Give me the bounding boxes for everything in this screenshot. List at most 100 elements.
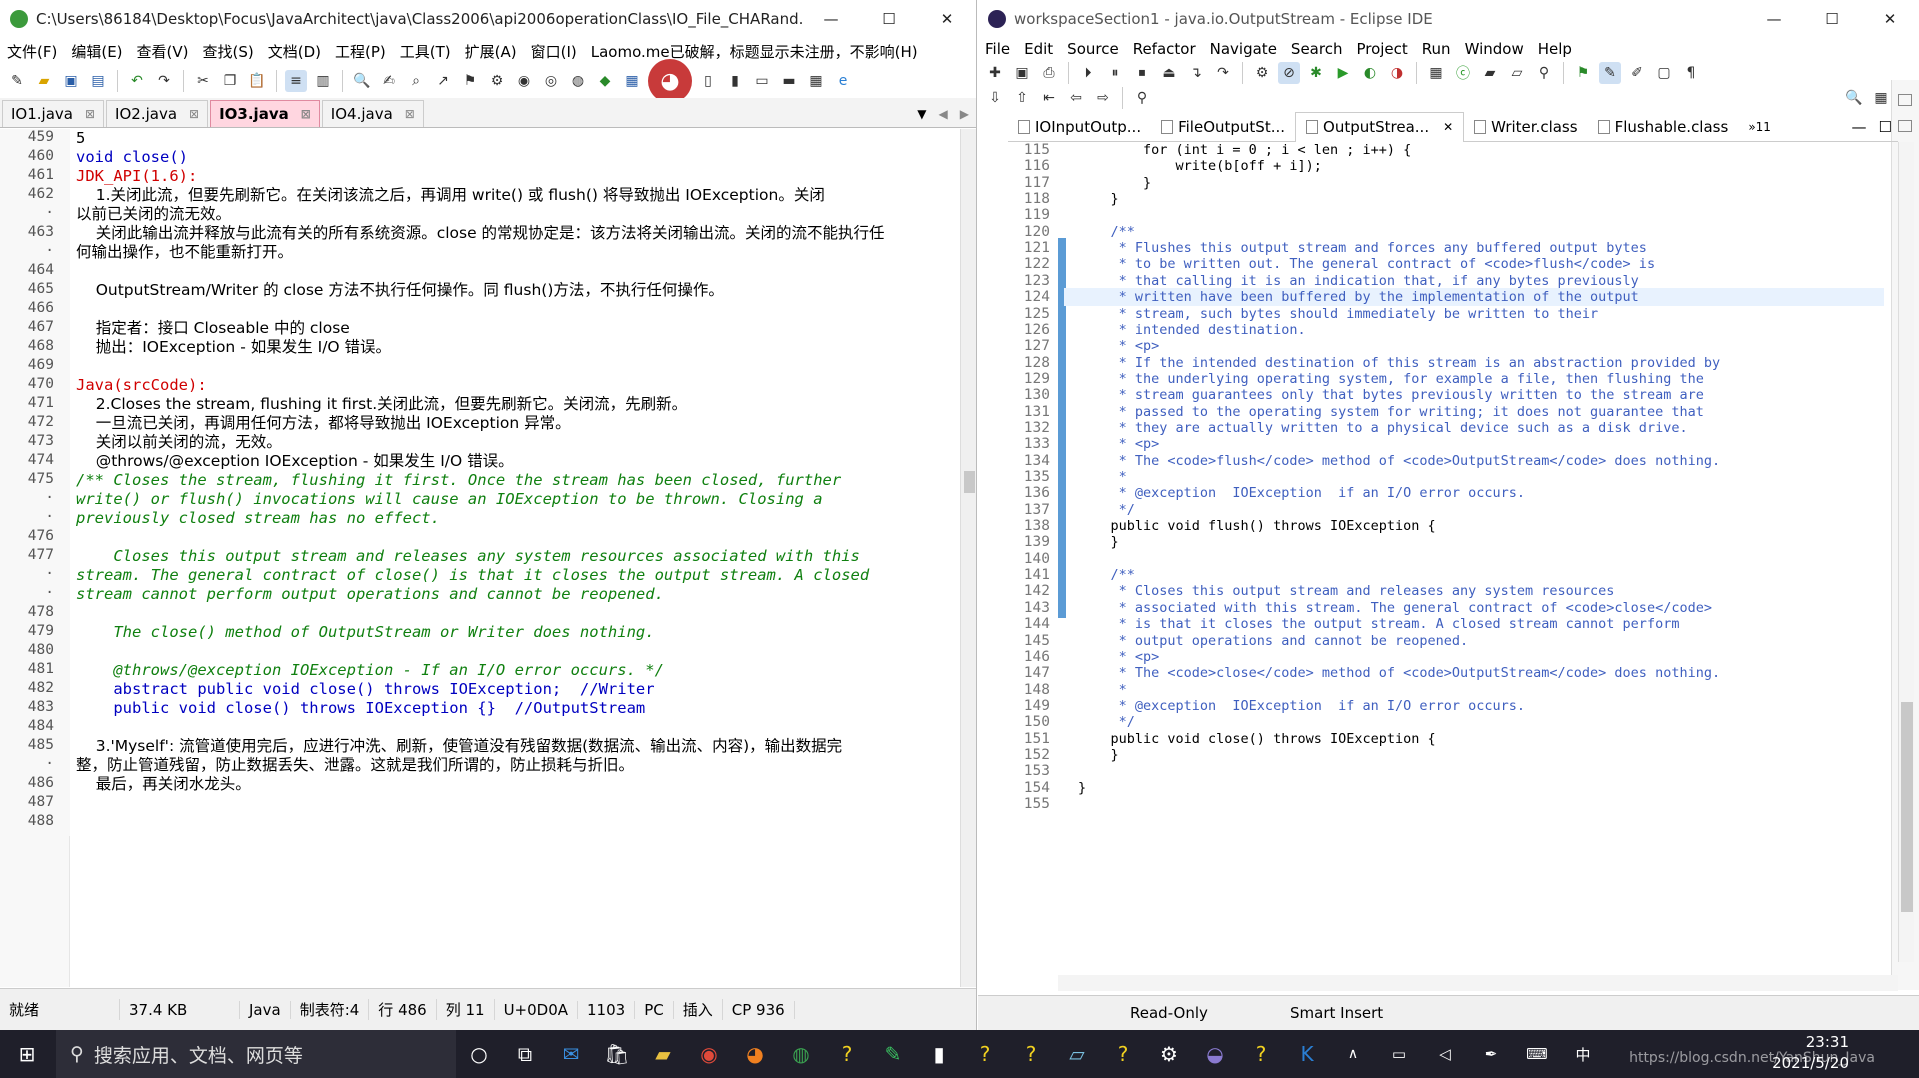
maximize-editor-icon[interactable]: ☐	[1873, 118, 1898, 136]
taskbar-search-box[interactable]: ⚲ 搜索应用、文档、网页等	[56, 1030, 456, 1078]
menu-project[interactable]: Project	[1349, 40, 1414, 58]
menu-view[interactable]: 查看(V)	[130, 41, 196, 62]
kugou-icon[interactable]: K	[1284, 1030, 1330, 1078]
menu-help[interactable]: Help	[1531, 40, 1579, 58]
menu-file[interactable]: File	[978, 40, 1017, 58]
editor-vertical-scrollbar[interactable]	[1898, 142, 1914, 962]
tab-flushable-class[interactable]: Flushable.class	[1588, 112, 1739, 142]
eclipse-minimize-button[interactable]: —	[1745, 0, 1803, 38]
script-icon[interactable]: ◎	[540, 70, 562, 92]
close-tab-icon[interactable]: ⊠	[189, 107, 199, 121]
show-whitespace-icon[interactable]: ¶	[1680, 62, 1702, 84]
editor-app-icon[interactable]: ◍	[778, 1030, 824, 1078]
panel-right-icon[interactable]: ▮	[724, 70, 746, 92]
replace-icon[interactable]: ✍	[378, 70, 400, 92]
code-editor[interactable]: 459 5 460 void close() 461 JDK_API(1.6): 462 1…	[0, 129, 960, 987]
eclipse-maximize-button[interactable]: ☐	[1803, 0, 1861, 38]
minimize-editor-icon[interactable]: —	[1846, 118, 1873, 136]
open-perspective-icon[interactable]: ▦	[1870, 87, 1892, 109]
find-icon[interactable]: 🔍	[351, 70, 373, 92]
settings-icon[interactable]: ⚙	[1146, 1030, 1192, 1078]
skip-breakpoints-icon[interactable]: ⊘	[1278, 62, 1300, 84]
volume-icon[interactable]: ◁	[1422, 1030, 1468, 1078]
tray-overflow-icon[interactable]: ∧	[1330, 1030, 1376, 1078]
minimize-button[interactable]: —	[802, 0, 860, 38]
run-icon[interactable]: ◍	[567, 70, 589, 92]
close-tab-icon[interactable]: ⊠	[301, 107, 311, 121]
task-view-icon[interactable]: ⧉	[502, 1030, 548, 1078]
menu-tools[interactable]: 工具(T)	[393, 41, 458, 62]
new-icon[interactable]: ✚	[984, 62, 1006, 84]
cortana-icon[interactable]: ○	[456, 1030, 502, 1078]
block-select-icon[interactable]: ▢	[1653, 62, 1675, 84]
forward-icon[interactable]: ⇨	[1092, 87, 1114, 109]
undo-icon[interactable]: ↶	[126, 70, 148, 92]
bookmark-icon[interactable]: ⚑	[459, 70, 481, 92]
run-icon[interactable]: ▶	[1332, 62, 1354, 84]
new-java-project-icon[interactable]: ▦	[1425, 62, 1447, 84]
help-app-icon-4[interactable]: ?	[1100, 1030, 1146, 1078]
word-wrap-icon[interactable]: ≡	[285, 70, 307, 92]
debug-icon[interactable]: ✱	[1305, 62, 1327, 84]
status-line-ending[interactable]: PC	[635, 1000, 674, 1019]
tab-outputstream[interactable]: OutputStrea... ✕	[1295, 111, 1465, 142]
print-icon[interactable]: ⎙	[1038, 62, 1060, 84]
layout-icon[interactable]: ▦	[621, 70, 643, 92]
goto-icon[interactable]: ↗	[432, 70, 454, 92]
editplus-taskbar-icon[interactable]: ✎	[870, 1030, 916, 1078]
editor-horizontal-scrollbar[interactable]	[1058, 975, 1898, 991]
tab-io2[interactable]: IO2.java ⊠	[106, 100, 209, 127]
tab-io3[interactable]: IO3.java ⊠	[210, 100, 320, 127]
eclipse-taskbar-icon[interactable]: ◒	[1192, 1030, 1238, 1078]
tab-list-dropdown-icon[interactable]: ▼	[909, 107, 934, 127]
store-icon[interactable]: 🛍	[594, 1030, 640, 1078]
java-source-editor[interactable]: 115 for (int i = 0 ; i < len ; i++) {116…	[998, 142, 1898, 962]
close-tab-icon[interactable]: ⊠	[85, 107, 95, 121]
menu-window[interactable]: Window	[1458, 40, 1531, 58]
green-flag-icon[interactable]: ◆	[594, 70, 616, 92]
pen-icon[interactable]: ✒	[1468, 1030, 1514, 1078]
help-app-icon-3[interactable]: ?	[1008, 1030, 1054, 1078]
annotation-icon[interactable]: ✐	[1626, 62, 1648, 84]
table-icon[interactable]: ▦	[805, 70, 827, 92]
help-app-icon-2[interactable]: ?	[962, 1030, 1008, 1078]
toggle-ant-icon[interactable]: ⚙	[1251, 62, 1273, 84]
status-encoding[interactable]: CP 936	[723, 1000, 795, 1019]
vertical-scrollbar[interactable]	[960, 129, 976, 987]
maximize-button[interactable]: ☐	[860, 0, 918, 38]
terminate-icon[interactable]: ⏹	[1131, 62, 1153, 84]
menu-project[interactable]: 工程(P)	[328, 41, 393, 62]
help-app-icon-5[interactable]: ?	[1238, 1030, 1284, 1078]
menu-refactor[interactable]: Refactor	[1126, 40, 1203, 58]
status-tab-size[interactable]: 制表符:4	[291, 999, 370, 1020]
ime-icon[interactable]: 中	[1560, 1030, 1606, 1078]
menu-navigate[interactable]: Navigate	[1203, 40, 1284, 58]
pin-editor-icon[interactable]: ⚲	[1131, 87, 1153, 109]
copy-icon[interactable]: ❐	[219, 70, 241, 92]
open-resource-icon[interactable]: ▱	[1506, 62, 1528, 84]
menu-edit[interactable]: 编辑(E)	[64, 41, 129, 62]
mail-icon[interactable]: ✉	[548, 1030, 594, 1078]
file-explorer-icon[interactable]: ▰	[640, 1030, 686, 1078]
notepad-icon[interactable]: ▱	[1054, 1030, 1100, 1078]
markers-icon[interactable]: ⚑	[1572, 62, 1594, 84]
menu-document[interactable]: 文档(D)	[261, 41, 328, 62]
external-tools-icon[interactable]: ◑	[1386, 62, 1408, 84]
open-folder-icon[interactable]: ▰	[33, 70, 55, 92]
next-annotation-icon[interactable]: ⇩	[984, 87, 1006, 109]
panel-left-icon[interactable]: ▯	[697, 70, 719, 92]
tools-icon[interactable]: ⚙	[486, 70, 508, 92]
keyboard-icon[interactable]: ⌨	[1514, 1030, 1560, 1078]
browser-icon[interactable]: ◉	[513, 70, 535, 92]
status-insert-mode[interactable]: 插入	[674, 999, 723, 1020]
terminal-icon[interactable]: ▬	[778, 70, 800, 92]
eclipse-close-button[interactable]: ✕	[1861, 0, 1919, 38]
html-icon[interactable]: ▭	[751, 70, 773, 92]
menu-file[interactable]: 文件(F)	[0, 41, 64, 62]
step-over-icon[interactable]: ↷	[1212, 62, 1234, 84]
typora-icon[interactable]: ▮	[916, 1030, 962, 1078]
windows-start-icon[interactable]: ⊞	[4, 1030, 50, 1078]
ie-icon[interactable]: e	[832, 70, 854, 92]
outline-icon[interactable]	[1898, 120, 1912, 132]
highlight-icon[interactable]: ✎	[1599, 62, 1621, 84]
